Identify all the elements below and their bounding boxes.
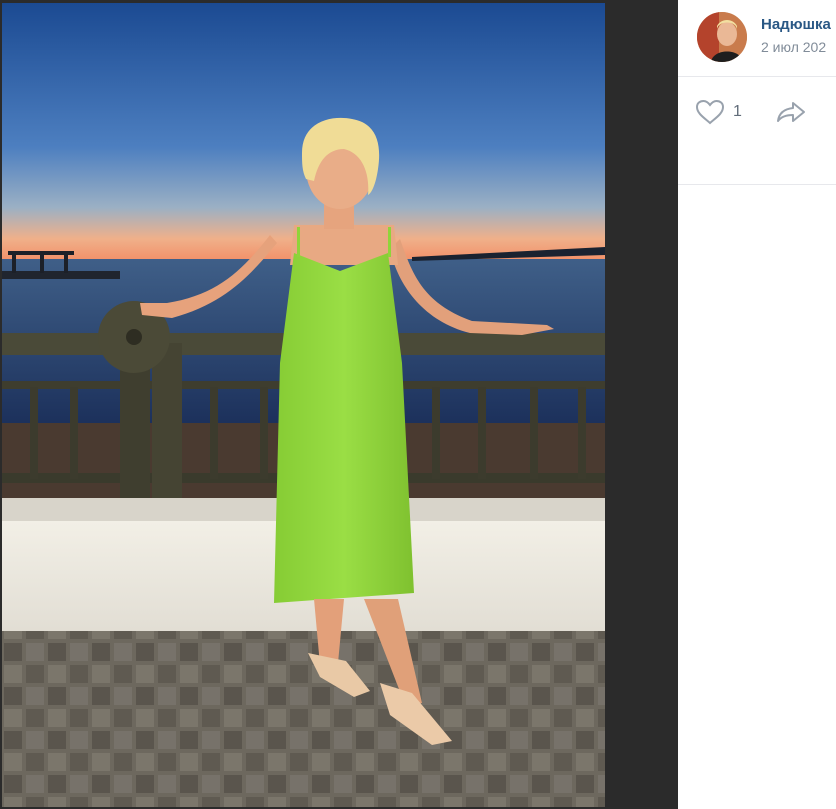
viewer-gap	[606, 0, 678, 809]
post-actions: 1	[678, 77, 836, 184]
author-row: Надюшка 2 июл 202	[678, 0, 836, 76]
avatar-image	[697, 12, 747, 62]
like-count: 1	[733, 103, 742, 120]
share-arrow-icon	[777, 102, 805, 122]
photo-viewer: Надюшка 2 июл 202 1	[0, 0, 836, 809]
share-button[interactable]	[776, 98, 808, 126]
divider	[678, 184, 836, 185]
post-side-panel: Надюшка 2 июл 202 1	[678, 0, 836, 809]
heart-outline-icon	[695, 99, 725, 125]
post-photo[interactable]	[2, 3, 605, 807]
like-button[interactable]: 1	[695, 98, 742, 126]
post-date[interactable]: 2 июл 202	[761, 39, 826, 55]
author-name-link[interactable]: Надюшка	[761, 16, 831, 33]
author-avatar[interactable]	[697, 12, 747, 62]
photo-area[interactable]	[0, 0, 606, 809]
